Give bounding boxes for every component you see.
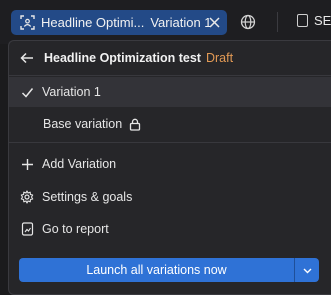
experiment-variation-pill[interactable]: Headline Optimi... Variation 1: [11, 10, 227, 35]
settings-goals-button[interactable]: Settings & goals: [9, 182, 331, 212]
variations-panel: Headline Optimization test Draft Variati…: [8, 40, 331, 295]
device-icon: [297, 14, 308, 27]
panel-title: Headline Optimization test: [44, 51, 201, 65]
top-toolbar: Headline Optimi... Variation 1 SE: [0, 0, 331, 44]
settings-goals-label: Settings & goals: [42, 190, 133, 204]
device-button-label: SE: [314, 13, 331, 28]
variation-label: Base variation: [43, 117, 123, 131]
lock-icon: [129, 118, 141, 131]
device-button[interactable]: SE: [297, 13, 331, 28]
experiment-title: Headline Optimi...: [41, 15, 145, 30]
panel-header: Headline Optimization test Draft: [9, 41, 331, 75]
divider: [9, 75, 331, 76]
go-to-report-label: Go to report: [42, 222, 109, 236]
toolbar-divider: [277, 12, 278, 32]
globe-icon[interactable]: [239, 13, 257, 31]
divider: [9, 142, 331, 143]
variation-label: Variation 1: [42, 85, 101, 99]
status-badge: Draft: [205, 51, 234, 65]
back-arrow-icon[interactable]: [19, 50, 35, 66]
launch-button[interactable]: Launch all variations now: [19, 258, 294, 282]
add-variation-label: Add Variation: [42, 157, 117, 171]
launch-options-button[interactable]: [295, 258, 319, 282]
add-variation-button[interactable]: Add Variation: [9, 149, 331, 179]
gear-icon: [20, 190, 34, 204]
check-icon: [20, 85, 34, 99]
chevron-down-icon: [303, 261, 312, 279]
variation-item-variation-1[interactable]: Variation 1: [9, 77, 331, 107]
variation-name: Variation 1: [150, 15, 212, 30]
launch-split-button: Launch all variations now: [19, 258, 319, 282]
report-icon: [20, 222, 34, 236]
variation-item-base[interactable]: Base variation: [9, 109, 331, 139]
close-icon[interactable]: [206, 14, 223, 31]
target-icon: [19, 15, 35, 31]
go-to-report-button[interactable]: Go to report: [9, 214, 331, 244]
plus-icon: [20, 157, 34, 171]
